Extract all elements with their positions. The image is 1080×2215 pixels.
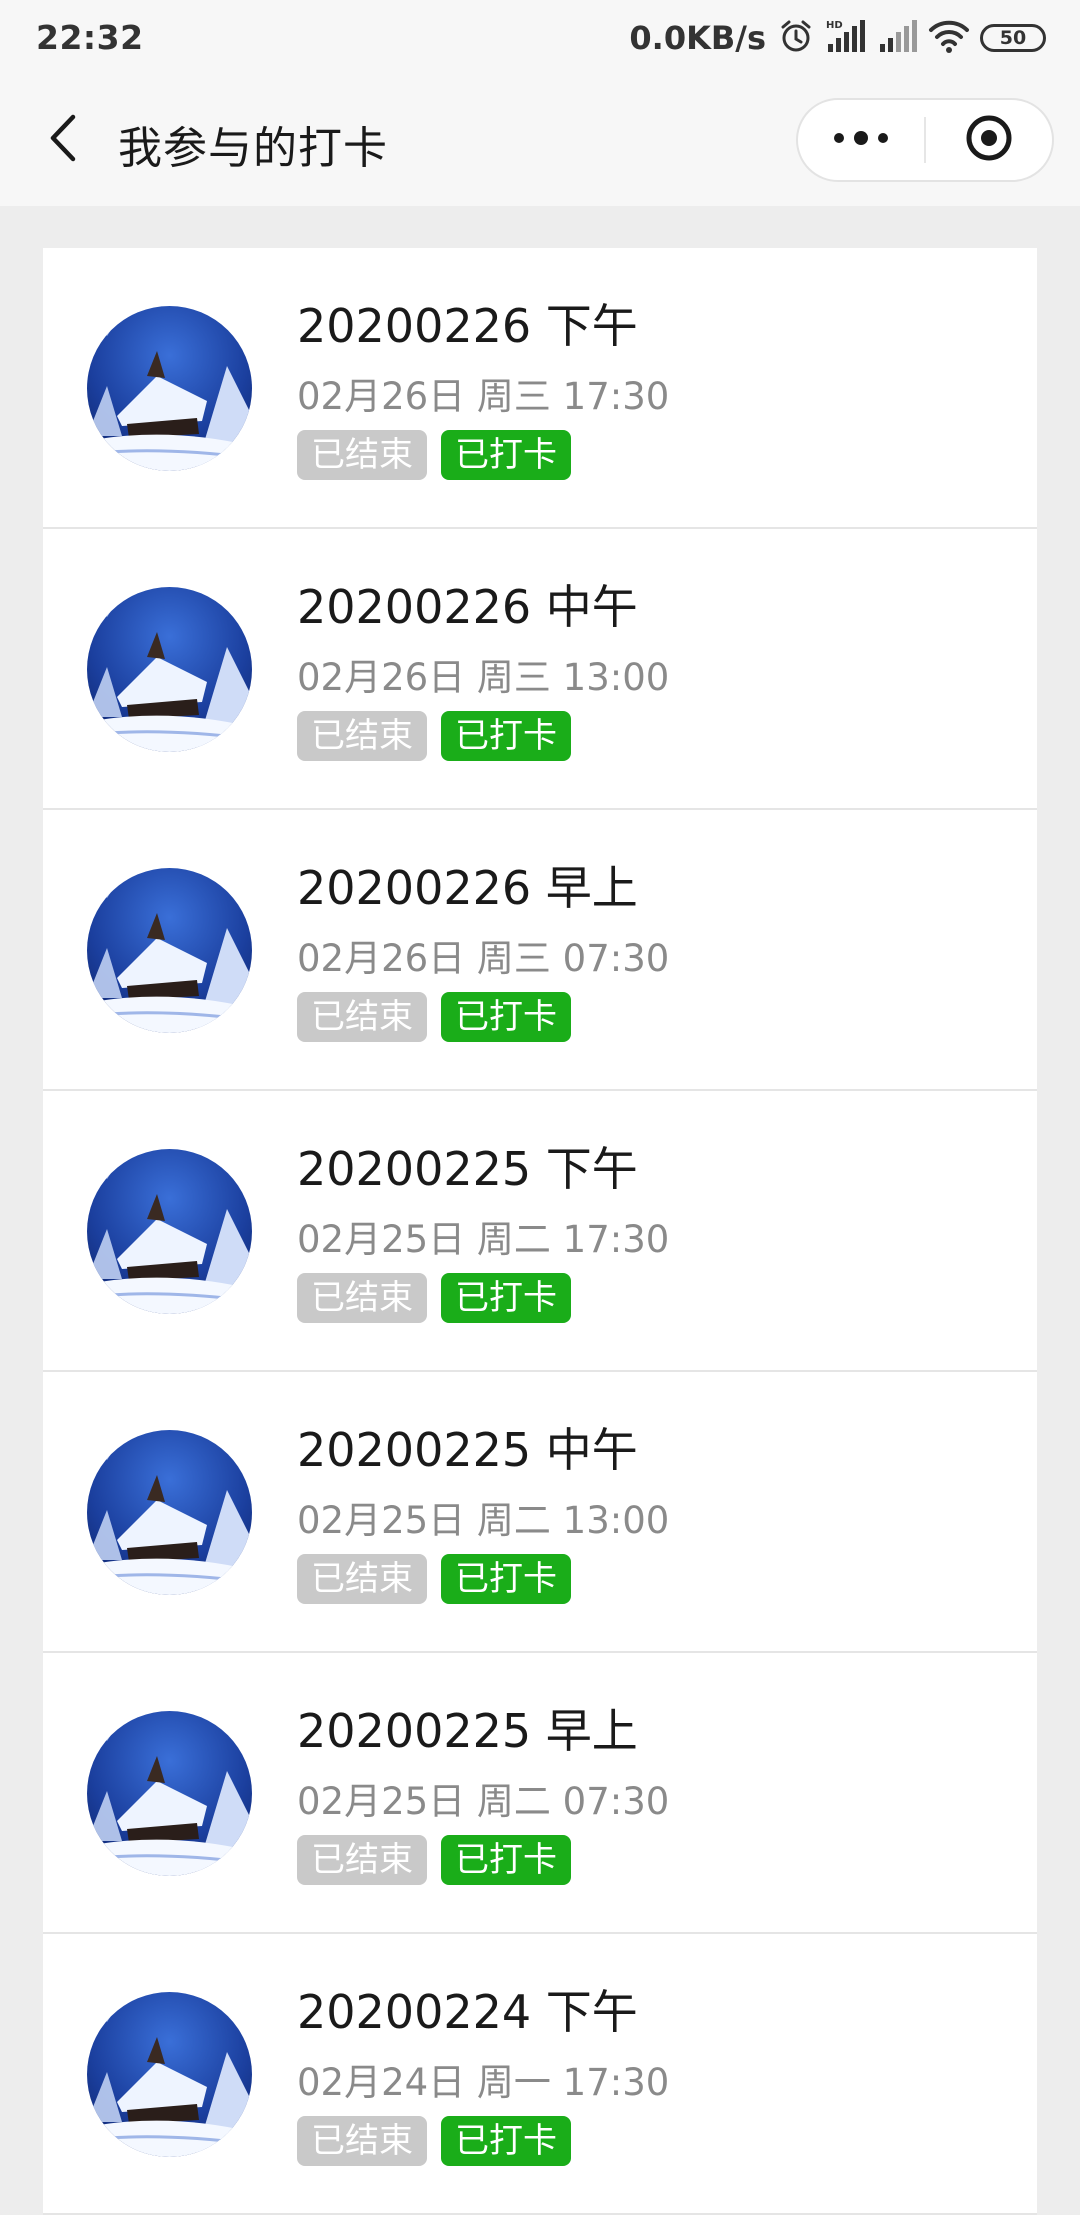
status-badge-checked: 已打卡 (441, 430, 571, 480)
status-indicators: 0.0KB/s HD 50 (629, 14, 1046, 62)
more-button[interactable] (798, 100, 924, 180)
status-badge-ended: 已结束 (297, 1554, 427, 1604)
alarm-icon (778, 18, 814, 58)
item-tags: 已结束 已打卡 (297, 711, 571, 761)
status-badge-checked: 已打卡 (441, 1554, 571, 1604)
item-title: 20200226 中午 (297, 580, 638, 634)
event-avatar (87, 306, 252, 471)
signal-hd-icon: HD (824, 18, 866, 58)
status-bar: 22:32 0.0KB/s HD 50 (0, 0, 1080, 78)
wifi-icon (928, 18, 970, 58)
list-item[interactable]: 20200225 下午 02月25日 周二 17:30 已结束 已打卡 (43, 1091, 1037, 1372)
status-badge-ended: 已结束 (297, 992, 427, 1042)
target-circle-icon (964, 113, 1014, 167)
battery-icon: 50 (980, 24, 1046, 52)
status-badge-checked: 已打卡 (441, 1835, 571, 1885)
status-badge-ended: 已结束 (297, 1273, 427, 1323)
item-time: 02月25日 周二 17:30 (297, 1218, 670, 1261)
nav-bar: 我参与的打卡 (0, 78, 1080, 206)
item-title: 20200225 中午 (297, 1423, 638, 1477)
more-dots-icon (833, 130, 889, 150)
mini-program-capsule (796, 98, 1054, 182)
list-item[interactable]: 20200226 早上 02月26日 周三 07:30 已结束 已打卡 (43, 810, 1037, 1091)
status-badge-checked: 已打卡 (441, 992, 571, 1042)
list-item[interactable]: 20200225 早上 02月25日 周二 07:30 已结束 已打卡 (43, 1653, 1037, 1934)
item-title: 20200225 下午 (297, 1142, 638, 1196)
item-tags: 已结束 已打卡 (297, 1273, 571, 1323)
event-avatar (87, 1992, 252, 2157)
item-tags: 已结束 已打卡 (297, 1554, 571, 1604)
item-time: 02月24日 周一 17:30 (297, 2061, 670, 2104)
signal-icon (876, 18, 918, 58)
item-tags: 已结束 已打卡 (297, 992, 571, 1042)
item-tags: 已结束 已打卡 (297, 430, 571, 480)
item-tags: 已结束 已打卡 (297, 2116, 571, 2166)
item-time: 02月26日 周三 17:30 (297, 375, 670, 418)
item-title: 20200224 下午 (297, 1985, 638, 2039)
chevron-left-icon (47, 113, 81, 167)
event-avatar (87, 1711, 252, 1876)
event-avatar (87, 1430, 252, 1595)
status-badge-ended: 已结束 (297, 2116, 427, 2166)
list-item[interactable]: 20200225 中午 02月25日 周二 13:00 已结束 已打卡 (43, 1372, 1037, 1653)
network-speed: 0.0KB/s (629, 19, 766, 57)
status-badge-checked: 已打卡 (441, 1273, 571, 1323)
checkin-list: 20200226 下午 02月26日 周三 17:30 已结束 已打卡 2020… (43, 248, 1037, 2215)
item-title: 20200226 下午 (297, 299, 638, 353)
status-badge-ended: 已结束 (297, 711, 427, 761)
list-item[interactable]: 20200226 下午 02月26日 周三 17:30 已结束 已打卡 (43, 248, 1037, 529)
status-badge-ended: 已结束 (297, 1835, 427, 1885)
item-time: 02月25日 周二 13:00 (297, 1499, 670, 1542)
list-item[interactable]: 20200224 下午 02月24日 周一 17:30 已结束 已打卡 (43, 1934, 1037, 2215)
status-badge-ended: 已结束 (297, 430, 427, 480)
item-title: 20200226 早上 (297, 861, 638, 915)
back-button[interactable] (34, 108, 94, 172)
item-time: 02月25日 周二 07:30 (297, 1780, 670, 1823)
event-avatar (87, 868, 252, 1033)
page-title: 我参与的打卡 (118, 123, 388, 174)
close-button[interactable] (926, 100, 1052, 180)
status-badge-checked: 已打卡 (441, 2116, 571, 2166)
item-time: 02月26日 周三 13:00 (297, 656, 670, 699)
status-badge-checked: 已打卡 (441, 711, 571, 761)
item-tags: 已结束 已打卡 (297, 1835, 571, 1885)
item-title: 20200225 早上 (297, 1704, 638, 1758)
status-time: 22:32 (36, 18, 144, 57)
item-time: 02月26日 周三 07:30 (297, 937, 670, 980)
event-avatar (87, 587, 252, 752)
list-item[interactable]: 20200226 中午 02月26日 周三 13:00 已结束 已打卡 (43, 529, 1037, 810)
svg-text:HD: HD (826, 20, 843, 31)
event-avatar (87, 1149, 252, 1314)
